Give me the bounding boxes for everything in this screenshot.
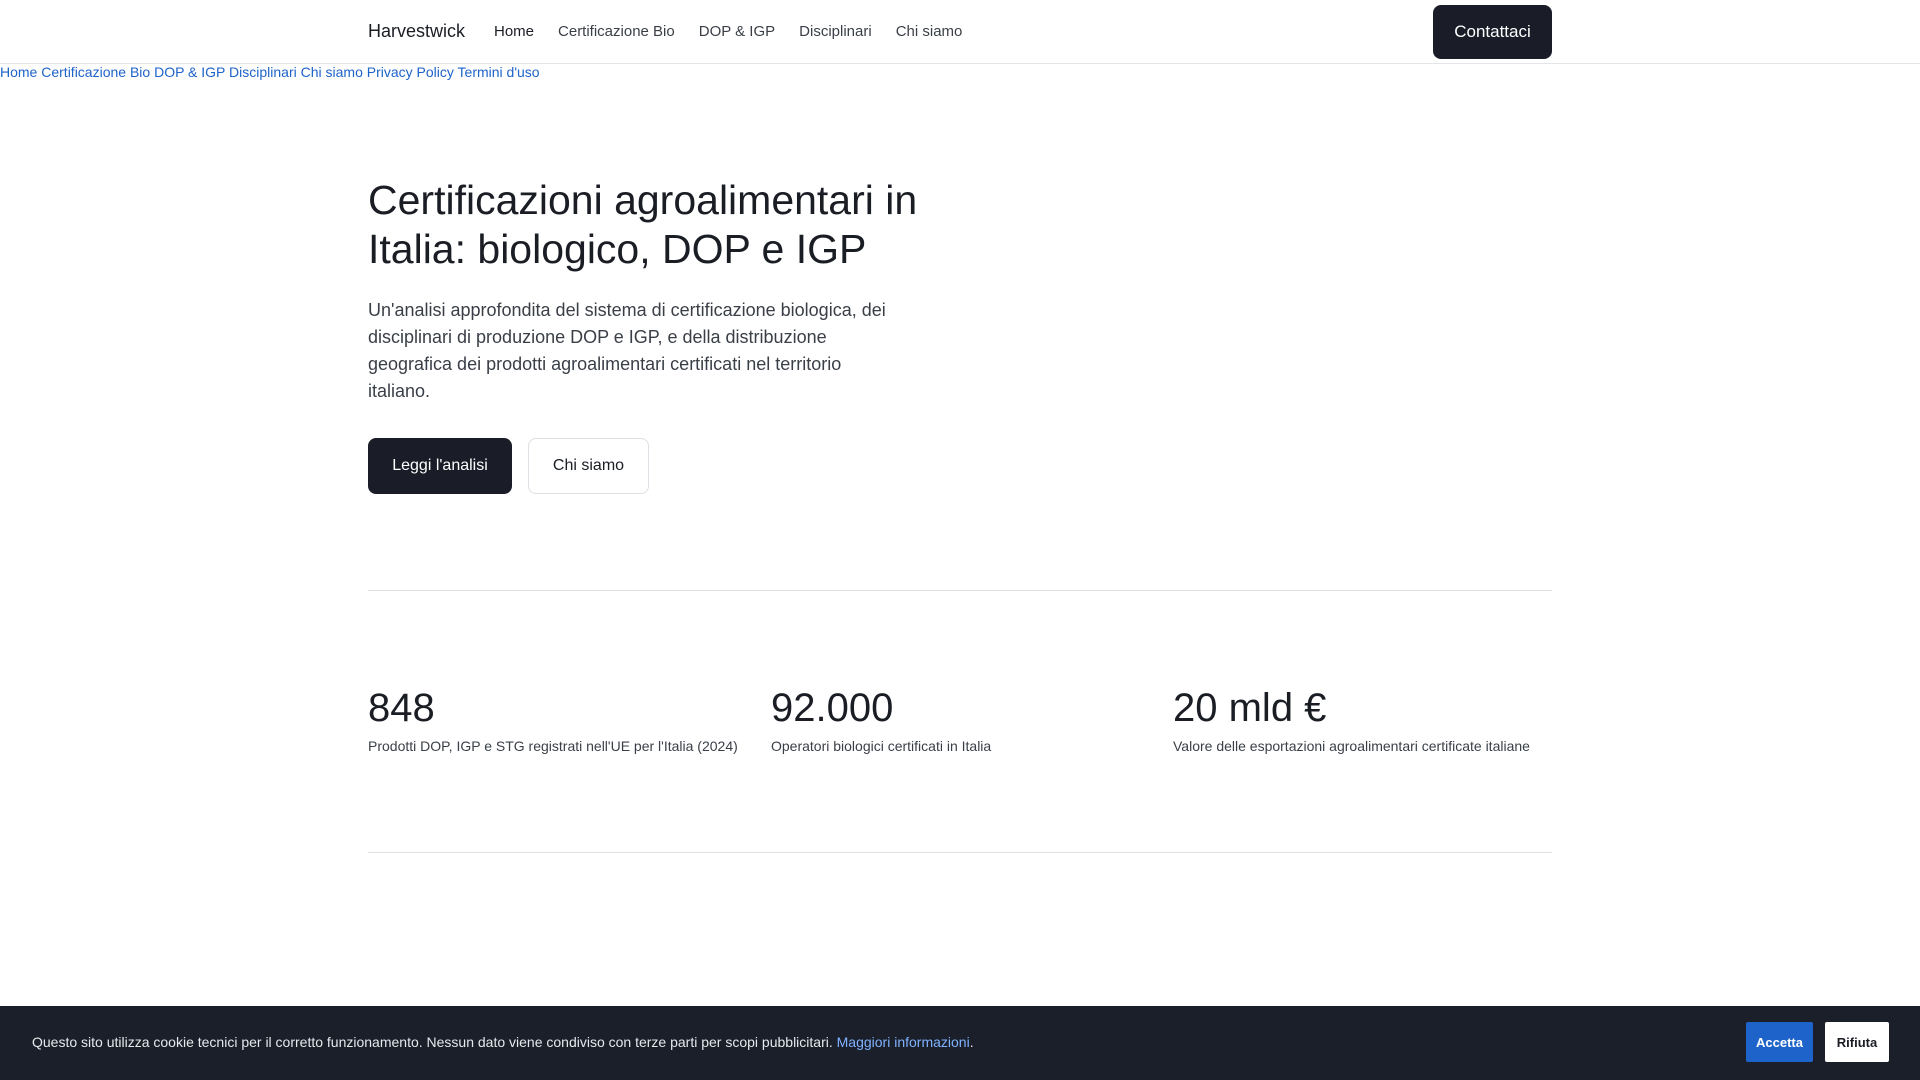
stat-value: 848 xyxy=(368,686,435,730)
cookie-trailing-period: . xyxy=(969,1034,974,1050)
section-divider-bottom xyxy=(368,852,1552,853)
cookie-message: Questo sito utilizza cookie tecnici per … xyxy=(32,1034,974,1050)
nav-dop-igp[interactable]: DOP & IGP xyxy=(699,23,775,40)
contact-button[interactable]: Contattaci xyxy=(1433,5,1552,59)
about-us-button[interactable]: Chi siamo xyxy=(528,438,649,494)
stat-operators: 92.000 Operatori biologici certificati i… xyxy=(771,684,1151,754)
nav-chi-siamo[interactable]: Chi siamo xyxy=(896,23,963,40)
link-chi-siamo[interactable]: Chi siamo xyxy=(301,64,363,80)
reject-cookies-button[interactable]: Rifiuta xyxy=(1825,1022,1889,1062)
link-home[interactable]: Home xyxy=(0,64,37,80)
stat-label: Operatori biologici certificati in Itali… xyxy=(771,738,992,754)
link-disciplinari[interactable]: Disciplinari xyxy=(229,64,297,80)
section-divider-top xyxy=(368,590,1552,591)
stat-products: 848 Prodotti DOP, IGP e STG registrati n… xyxy=(368,684,748,754)
hero-description: Un'analisi approfondita del sistema di c… xyxy=(368,300,886,401)
site-header: Harvestwick Home Certificazione Bio DOP … xyxy=(0,0,1920,64)
read-analysis-button[interactable]: Leggi l'analisi xyxy=(368,438,512,494)
stat-value: 92.000 xyxy=(771,686,894,730)
stat-exports: 20 mld € Valore delle esportazioni agroa… xyxy=(1173,684,1553,754)
link-termini-uso[interactable]: Termini d'uso xyxy=(458,64,540,80)
link-privacy-policy[interactable]: Privacy Policy xyxy=(367,64,454,80)
nav-disciplinari[interactable]: Disciplinari xyxy=(799,23,872,40)
skip-links-bar: Home Certificazione Bio DOP & IGP Discip… xyxy=(0,64,540,80)
link-certificazione-bio[interactable]: Certificazione Bio xyxy=(41,64,150,80)
cookie-more-info-link[interactable]: Maggiori informazioni xyxy=(837,1034,970,1050)
nav-certificazione-bio[interactable]: Certificazione Bio xyxy=(558,23,675,40)
hero-title: Certificazioni agroalimentari in Italia:… xyxy=(368,177,918,272)
accept-cookies-button[interactable]: Accetta xyxy=(1746,1022,1813,1062)
stat-label: Prodotti DOP, IGP e STG registrati nell'… xyxy=(368,738,738,754)
stat-value: 20 mld € xyxy=(1173,686,1327,730)
cookie-banner: Questo sito utilizza cookie tecnici per … xyxy=(0,1006,1920,1080)
cookie-text: Questo sito utilizza cookie tecnici per … xyxy=(32,1034,833,1050)
stat-label: Valore delle esportazioni agroalimentari… xyxy=(1173,738,1530,754)
link-dop-igp[interactable]: DOP & IGP xyxy=(154,64,225,80)
main-nav: Home Certificazione Bio DOP & IGP Discip… xyxy=(494,23,986,40)
nav-home[interactable]: Home xyxy=(494,23,534,40)
brand-logo[interactable]: Harvestwick xyxy=(368,21,465,42)
